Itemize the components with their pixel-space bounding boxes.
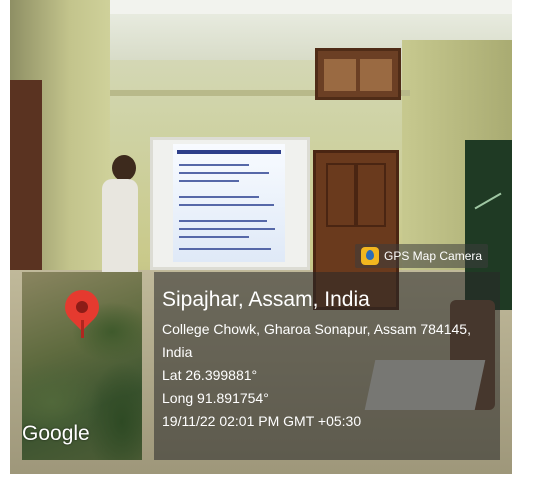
projection-screen (150, 137, 310, 270)
presenter-person (94, 155, 144, 275)
google-logo: Google (22, 422, 90, 445)
map-thumbnail[interactable]: Google (22, 272, 142, 460)
latitude: Lat 26.399881° (162, 367, 258, 383)
slide-text-line (179, 172, 269, 174)
slide-text-line (179, 196, 259, 198)
gps-camera-app-icon (361, 247, 379, 265)
gps-camera-label: GPS Map Camera (384, 249, 483, 263)
location-info-panel: Sipajhar, Assam, India College Chowk, Gh… (154, 272, 500, 460)
address-line-2: India (162, 344, 193, 360)
slide-text-line (179, 204, 274, 206)
address-line-1: College Chowk, Gharoa Sonapur, Assam 784… (162, 321, 471, 337)
slide-text-line (179, 220, 267, 222)
slide-title-bar (177, 150, 281, 154)
slide-text-line (179, 248, 271, 250)
upper-window (315, 48, 401, 100)
longitude: Long 91.891754° (162, 390, 269, 406)
person-body (102, 179, 138, 275)
timestamp: 19/11/22 02:01 PM GMT +05:30 (162, 413, 362, 429)
slide-text-line (179, 228, 275, 230)
slide-text-line (179, 180, 239, 182)
projected-slide (173, 144, 285, 262)
map-pin-tail (81, 320, 84, 338)
person-head (112, 155, 136, 181)
gps-camera-badge: GPS Map Camera (355, 244, 489, 268)
slide-text-line (179, 236, 249, 238)
location-title: Sipajhar, Assam, India (162, 288, 370, 311)
slide-text-line (179, 164, 249, 166)
